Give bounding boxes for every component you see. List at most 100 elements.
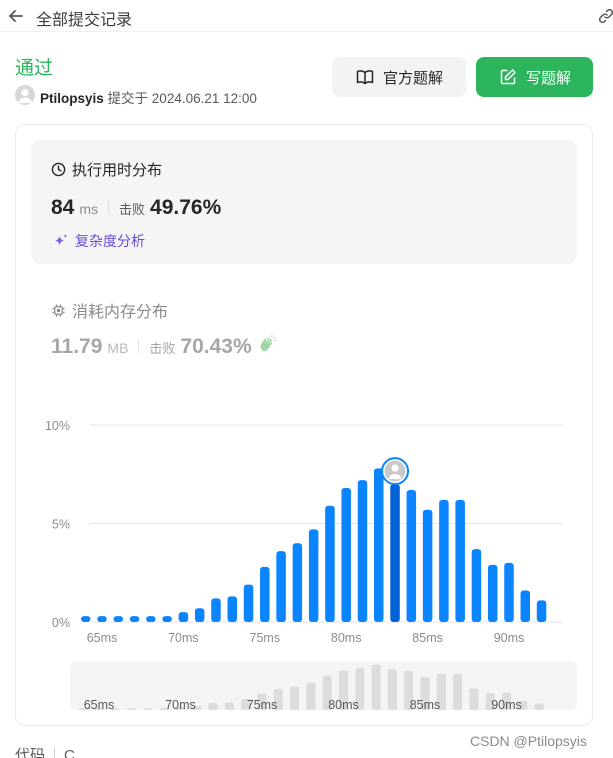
watermark: CSDN @Ptilopsyis [470, 733, 587, 749]
chip-icon [52, 303, 65, 317]
write-solution-button[interactable]: 写题解 [476, 57, 593, 97]
overview-x-tick-label: 65ms [84, 698, 115, 710]
overview-bar [224, 702, 234, 710]
metric-divider [138, 339, 140, 353]
runtime-title: 执行用时分布 [51, 159, 162, 180]
overview-x-tick-label: 75ms [247, 698, 278, 710]
edit-icon [500, 69, 516, 85]
official-solution-label: 官方题解 [382, 69, 443, 87]
bar[interactable] [113, 616, 124, 622]
bar[interactable] [504, 562, 514, 622]
bar[interactable] [341, 488, 351, 622]
overview-bar [453, 674, 463, 710]
y-tick-label: 10% [45, 419, 70, 433]
bar[interactable] [276, 551, 286, 622]
overview-bar [371, 664, 381, 710]
bar[interactable] [227, 596, 237, 622]
language-tab[interactable]: C [64, 747, 75, 758]
overview-x-tick-label: 85ms [410, 698, 441, 710]
bar[interactable] [97, 616, 107, 622]
arrow-left-icon[interactable] [6, 6, 26, 26]
author-line: Ptilopsyis 提交于 2024.06.21 12:00 [40, 87, 257, 107]
bottom-tabs: 代码 C [15, 744, 75, 758]
bar[interactable] [536, 600, 547, 622]
x-tick-label: 65ms [87, 631, 118, 645]
overview-chart[interactable]: 65ms 70ms 75ms 80ms 85ms 90ms [70, 662, 577, 710]
memory-title[interactable]: 消耗内存分布 [51, 298, 168, 322]
bar[interactable] [80, 616, 91, 622]
sparkle-icon [54, 233, 68, 245]
page-title: 全部提交记录 [36, 12, 133, 29]
bar[interactable] [357, 480, 368, 622]
bar[interactable] [422, 509, 433, 622]
bar[interactable] [308, 529, 319, 622]
runtime-distribution-chart[interactable]: 0% 5% 10% 65ms 70ms 75ms 80ms 85ms 90ms [0, 400, 613, 660]
user-avatar-icon [18, 88, 32, 103]
link-icon[interactable] [598, 8, 613, 24]
x-tick-label: 80ms [331, 631, 362, 645]
runtime-beat-percent: 49.76% [150, 196, 222, 219]
runtime-metric: 84 ms 击败 49.76% [51, 196, 221, 220]
overview-bar [306, 682, 316, 710]
write-solution-label: 写题解 [525, 69, 571, 87]
y-tick-label: 5% [52, 518, 70, 532]
overview-bar [387, 669, 397, 710]
memory-metric: 11.79 MB 击败 70.43% [51, 335, 276, 359]
bar[interactable] [146, 616, 156, 622]
memory-value: 11.79 [51, 335, 103, 358]
overview-x-tick-label: 90ms [491, 698, 522, 710]
y-tick-label: 0% [52, 616, 70, 630]
bar[interactable] [194, 608, 205, 622]
book-icon [356, 70, 374, 85]
bar[interactable] [455, 499, 465, 622]
overview-x-tick-label: 80ms [328, 698, 359, 710]
bar[interactable] [439, 499, 449, 622]
complexity-label: 复杂度分析 [75, 233, 145, 249]
memory-unit: MB [107, 340, 129, 356]
runtime-title-label: 执行用时分布 [72, 162, 163, 179]
clap-hands-icon [260, 335, 276, 352]
runtime-unit: ms [79, 201, 99, 217]
author-name[interactable]: Ptilopsyis [40, 91, 104, 106]
complexity-analysis-link[interactable]: 复杂度分析 [52, 231, 145, 251]
official-solution-button[interactable]: 官方题解 [332, 57, 466, 97]
bar[interactable] [471, 549, 482, 622]
avatar[interactable] [15, 85, 35, 105]
bar[interactable] [243, 584, 254, 622]
submission-status: 通过 [15, 58, 54, 79]
bar[interactable] [292, 543, 303, 622]
bar[interactable] [520, 590, 531, 622]
x-tick-label: 75ms [250, 631, 281, 645]
top-bar: 全部提交记录 [0, 0, 613, 32]
overview-bar [469, 688, 479, 710]
bar[interactable] [260, 566, 270, 622]
overview-bar [127, 708, 137, 710]
overview-x-tick-label: 70ms [165, 698, 196, 710]
memory-title-label: 消耗内存分布 [72, 304, 169, 321]
submitted-time: 提交于 2024.06.21 12:00 [107, 91, 257, 106]
bar[interactable] [178, 612, 189, 622]
bar[interactable] [374, 468, 384, 622]
tab-divider [54, 748, 56, 758]
bar[interactable] [325, 505, 335, 622]
bar-current-submission[interactable] [390, 484, 400, 622]
bar[interactable] [162, 616, 172, 622]
bar[interactable] [211, 598, 221, 622]
bar[interactable] [129, 616, 140, 622]
memory-beat-percent: 70.43% [180, 335, 252, 358]
metric-divider [108, 200, 110, 214]
overview-bar [208, 703, 218, 710]
memory-beat-label: 击败 [149, 341, 176, 356]
x-tick-label: 70ms [168, 631, 199, 645]
runtime-value: 84 [51, 196, 75, 219]
current-submission-marker[interactable] [381, 457, 410, 486]
overview-bar [143, 708, 153, 710]
runtime-beat-label: 击败 [119, 202, 146, 217]
code-tab[interactable]: 代码 [15, 747, 45, 758]
bar[interactable] [487, 564, 498, 622]
bar[interactable] [406, 490, 417, 622]
clock-icon [51, 162, 66, 177]
x-tick-label: 90ms [494, 631, 525, 645]
chart-range-overview[interactable]: 65ms 70ms 75ms 80ms 85ms 90ms [70, 662, 577, 710]
overview-bar [534, 703, 544, 710]
